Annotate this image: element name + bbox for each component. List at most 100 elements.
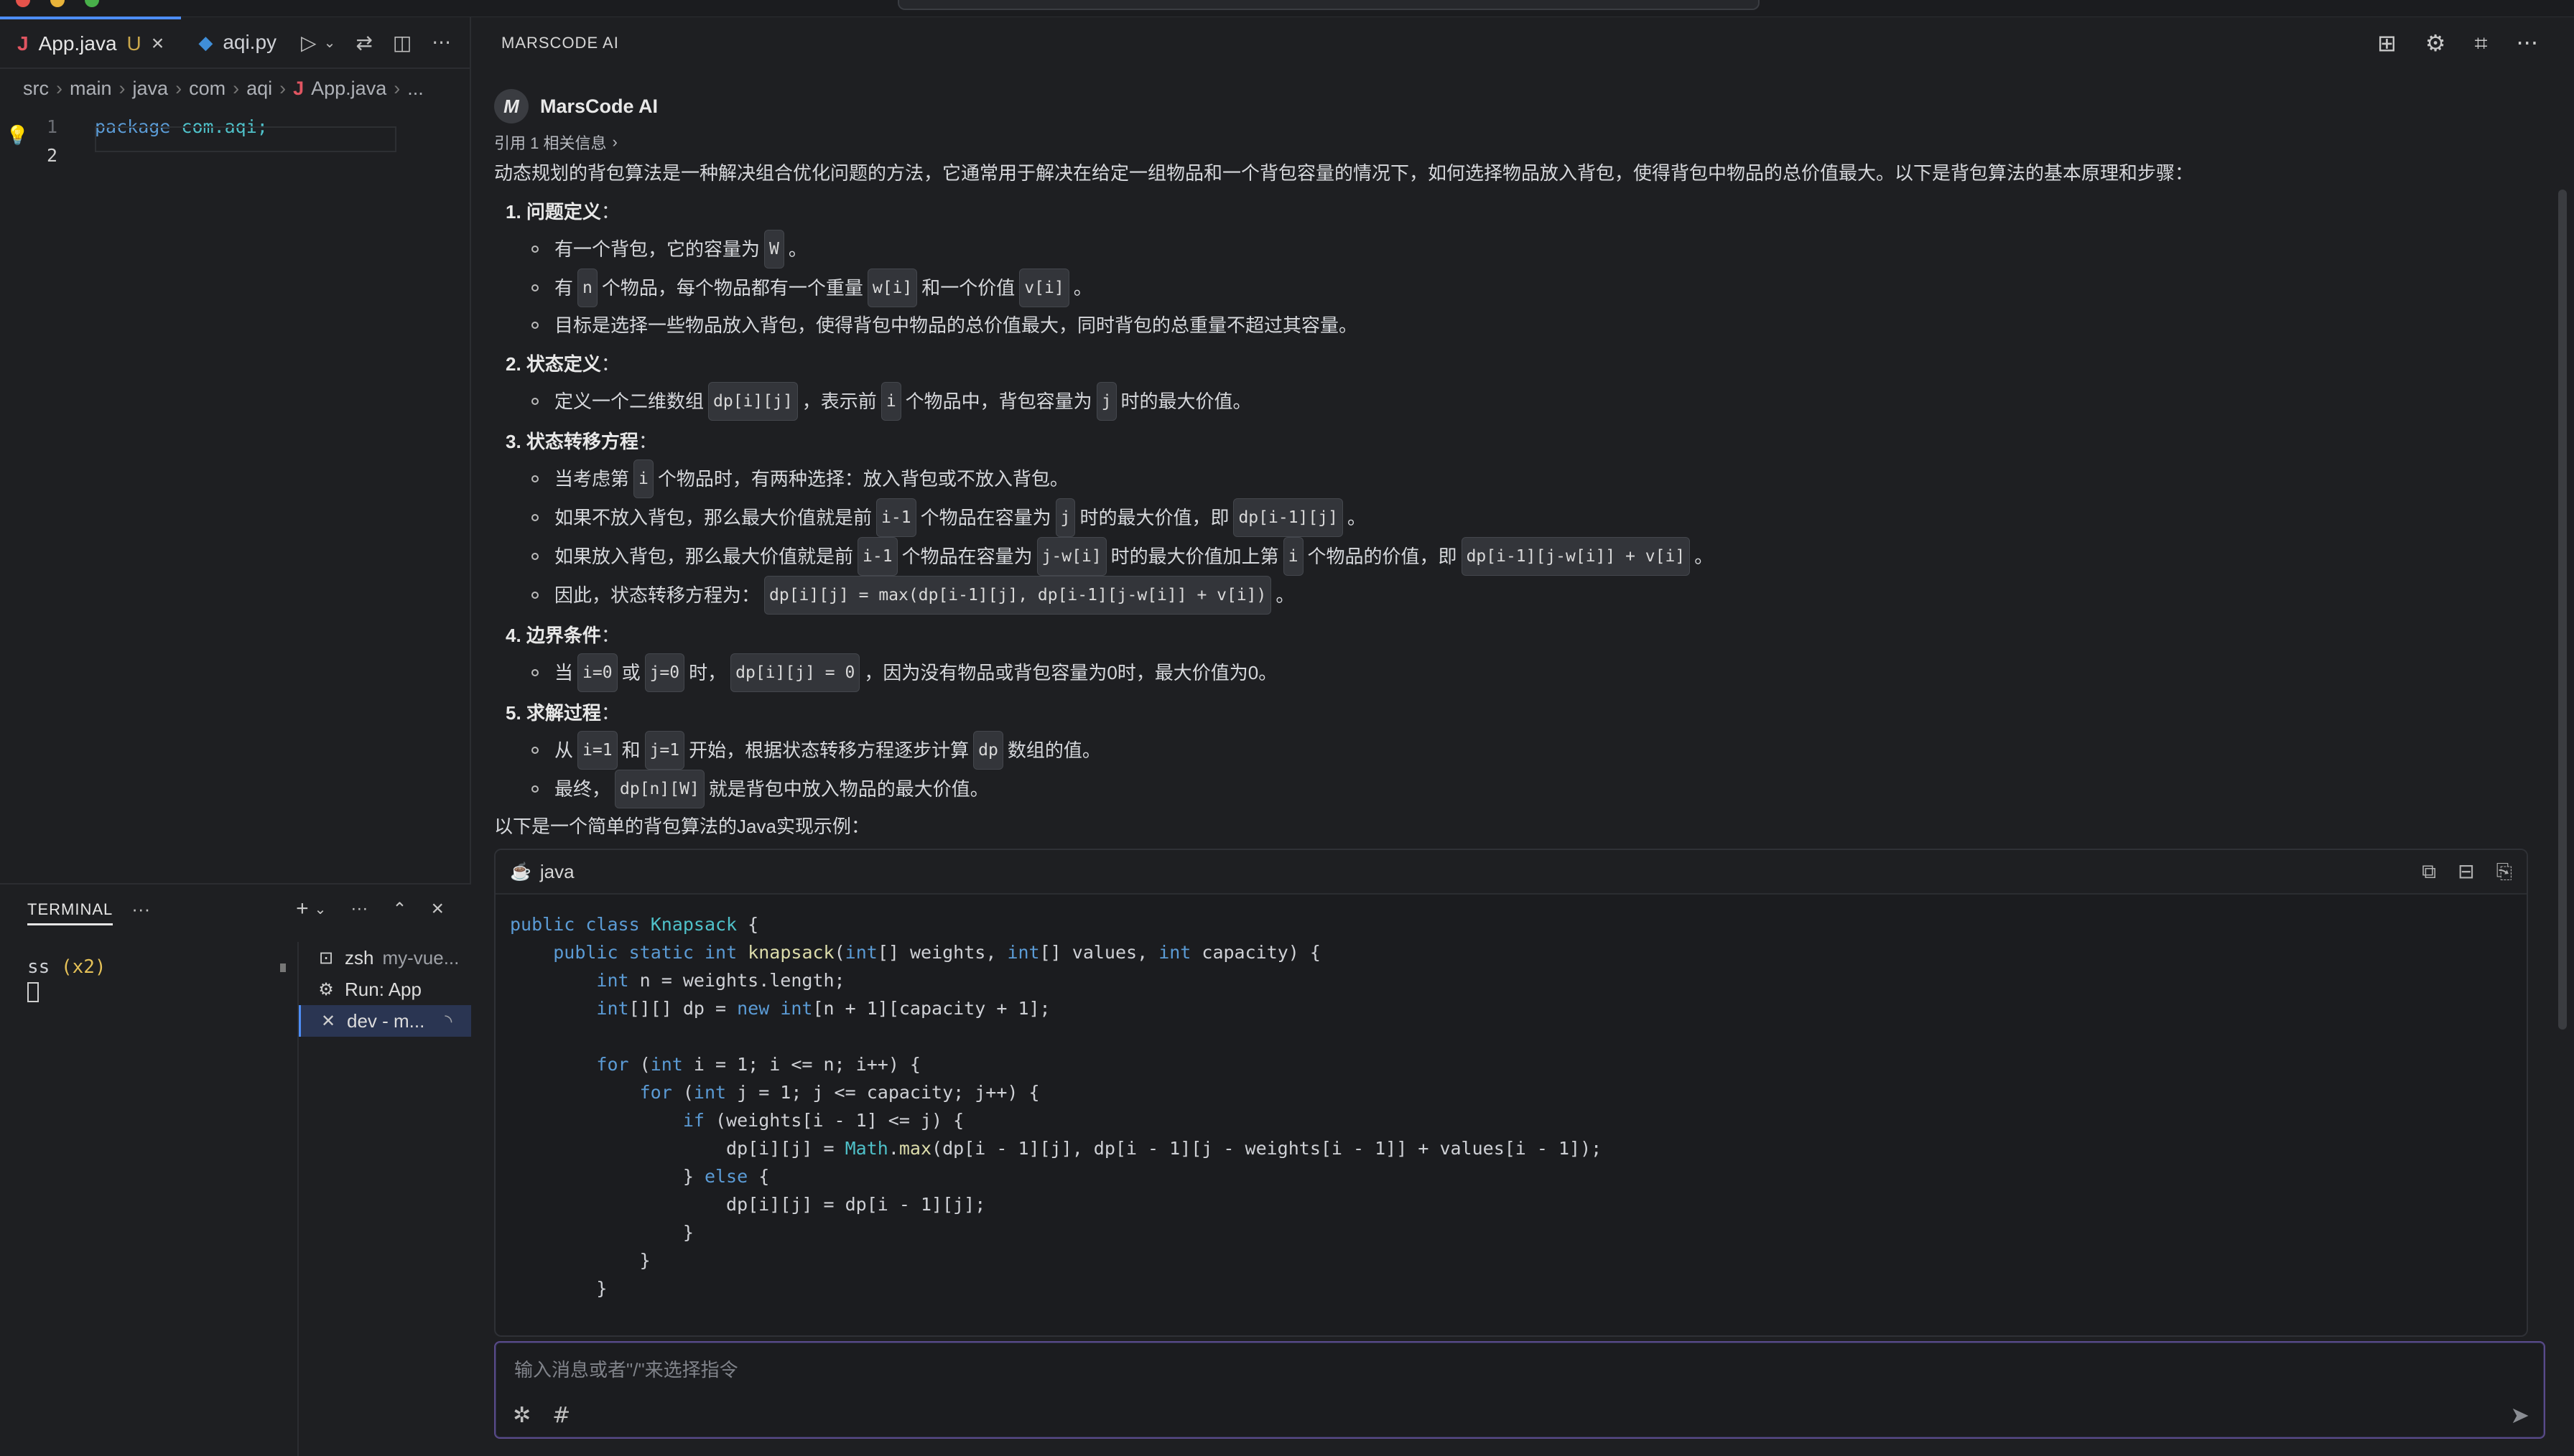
editor-actions: ▷ ⌄ ⇄ ◫ ··· <box>301 31 451 55</box>
list-item: 如果放入背包，那么最大价值就是前 i-1 个物品在容量为 j-w[i] 时的最大价值加上… <box>531 537 2548 576</box>
terminal-body[interactable]: ss (x2) ⊡ zsh my-vue... ⚙ Run: App ✕ dev… <box>0 942 471 1456</box>
terminal-output: ss (x2) <box>27 956 106 978</box>
list-item: 最终， dp[n][W] 就是背包中放入物品的最大价值。 <box>531 770 2548 808</box>
section-title: 4. 边界条件： <box>506 625 620 646</box>
list-item: 当考虑第 i 个物品时，有两种选择：放入背包或不放入背包。 <box>531 459 2548 498</box>
chevron-right-icon: › <box>175 77 182 99</box>
terminal-session-list: ⊡ zsh my-vue... ⚙ Run: App ✕ dev - m... … <box>297 942 471 1456</box>
terminal-session-dev[interactable]: ✕ dev - m... ◝ <box>299 1005 471 1037</box>
list-item: 定义一个二维数组 dp[i][j] ，表示前 i 个物品中，背包容量为 j 时的最大价值。 <box>531 382 2548 421</box>
editor-tab-bar: J App.java U × ◆ aqi.py ▷ ⌄ ⇄ ◫ ··· <box>0 17 470 69</box>
list-item: 有 n 个物品，每个物品都有一个重量 w[i] 和一个价值 v[i]。 <box>531 269 2548 307</box>
tab-terminal[interactable]: TERMINAL <box>27 900 113 925</box>
command-center-search[interactable] <box>898 0 1760 10</box>
chevron-right-icon: › <box>119 77 126 99</box>
hash-icon[interactable]: # <box>552 1403 570 1428</box>
lightbulb-icon[interactable]: 💡 <box>6 125 29 146</box>
intro-paragraph: 动态规划的背包算法是一种解决组合优化问题的方法，它通常用于解决在给定一组物品和一… <box>494 162 2194 184</box>
current-line-highlight <box>95 126 396 152</box>
breadcrumb-item[interactable]: main <box>70 78 112 100</box>
section-title: 3. 状态转移方程： <box>506 431 657 452</box>
copy-icon[interactable]: ⧉ <box>2422 859 2436 884</box>
insert-code-icon[interactable]: ⊟ <box>2458 859 2474 884</box>
run-icon[interactable]: ▷ <box>301 31 317 55</box>
breadcrumb-item[interactable]: java <box>133 78 169 100</box>
code-content[interactable]: public class Knapsack { public static in… <box>496 895 2527 1318</box>
terminal-session-zsh[interactable]: ⊡ zsh my-vue... <box>299 942 471 974</box>
chevron-right-icon: › <box>394 77 401 99</box>
java-file-icon: J <box>17 32 29 55</box>
list-item: 有一个背包，它的容量为 W。 <box>531 230 2548 269</box>
loading-spinner-icon: ◝ <box>445 1009 452 1032</box>
maximize-panel-icon[interactable]: ⌃ <box>392 899 406 920</box>
app-window: J App.java U × ◆ aqi.py ▷ ⌄ ⇄ ◫ ··· src ›… <box>0 0 2574 1456</box>
marscode-logo-icon: M <box>494 89 529 123</box>
chevron-down-icon[interactable]: ⌄ <box>324 34 336 51</box>
section-title: 2. 状态定义： <box>506 353 620 375</box>
list-item: 从 i=1 和 j=1 开始，根据状态转移方程逐步计算 dp 数组的值。 <box>531 731 2548 770</box>
more-actions-icon[interactable]: ··· <box>432 31 451 55</box>
list-item: 如果不放入背包，那么最大价值就是前 i-1 个物品在容量为 j 时的最大价值，即 dp[i… <box>531 498 2548 537</box>
more-actions-icon[interactable]: ··· <box>350 899 368 919</box>
breadcrumb-item[interactable]: aqi <box>246 78 272 100</box>
close-window-button[interactable] <box>16 0 30 7</box>
breadcrumb: src › main › java › com › aqi › J App.java › .… <box>0 69 470 108</box>
chevron-down-icon[interactable]: ⌄ <box>315 900 327 918</box>
chat-input[interactable] <box>514 1355 2453 1384</box>
magic-icon[interactable]: ✲ <box>513 1403 531 1428</box>
gear-icon: ⚙ <box>318 979 334 999</box>
code-language-label: ☕ java <box>510 860 575 882</box>
new-chat-icon[interactable]: ⊞ <box>2377 29 2397 57</box>
terminal-actions: + ⌄ ··· ⌃ × <box>296 897 444 921</box>
input-tools: ✲ # <box>513 1403 570 1428</box>
ai-message: M MarsCode AI 引用 1 相关信息 › 动态规划的背包算法是一种解决组… <box>494 86 2548 844</box>
compare-changes-icon[interactable]: ⇄ <box>356 31 372 55</box>
outro-paragraph: 以下是一个简单的背包算法的Java实现示例： <box>494 816 870 837</box>
feedback-icon[interactable]: ⌗ <box>2474 29 2487 57</box>
chat-scrollbar[interactable] <box>2558 190 2567 1030</box>
code-block-actions: ⧉ ⊟ ⎘ <box>2422 859 2512 884</box>
send-button[interactable]: ➤ <box>2510 1401 2529 1429</box>
terminal-header: TERMINAL ··· + ⌄ ··· ⌃ × <box>0 885 471 933</box>
breadcrumb-item[interactable]: com <box>189 78 226 100</box>
split-editor-icon[interactable]: ◫ <box>393 31 412 55</box>
chat-header-actions: ⊞ ⚙ ⌗ ··· <box>2377 29 2538 57</box>
ai-chat-panel: MARSCODE AI ⊞ ⚙ ⌗ ··· M MarsCode AI 引用 1… <box>473 17 2574 1456</box>
add-terminal-icon[interactable]: + <box>296 897 309 921</box>
terminal-scrollbar[interactable] <box>280 963 286 972</box>
chevron-right-icon: › <box>279 77 287 99</box>
close-tab-icon[interactable]: × <box>152 32 164 56</box>
more-actions-icon[interactable]: ··· <box>2516 29 2538 57</box>
more-actions-icon[interactable]: ··· <box>131 898 150 920</box>
tab-app-java[interactable]: J App.java U × <box>0 17 182 68</box>
list-item: 因此，状态转移方程为： dp[i][j] = max(dp[i-1][j], dp… <box>531 576 2548 615</box>
python-file-icon: ◆ <box>198 31 213 53</box>
terminal-icon: ⊡ <box>318 948 334 968</box>
minimize-window-button[interactable] <box>50 0 65 7</box>
maximize-window-button[interactable] <box>85 0 99 7</box>
tab-label: App.java <box>38 32 117 55</box>
chat-input-box: ✲ # ➤ <box>494 1341 2545 1439</box>
code-block: ☕ java ⧉ ⊟ ⎘ public class Knapsack { publ… <box>494 849 2528 1337</box>
section-title: 1. 问题定义： <box>506 201 620 223</box>
reference-link[interactable]: 引用 1 相关信息 › <box>494 129 2548 155</box>
breadcrumb-item[interactable]: ... <box>407 78 424 100</box>
breadcrumb-item[interactable]: src <box>23 78 49 100</box>
terminal-session-run-app[interactable]: ⚙ Run: App <box>299 974 471 1005</box>
title-bar <box>0 0 2574 17</box>
gear-icon[interactable]: ⚙ <box>2425 29 2446 57</box>
message-author: M MarsCode AI <box>494 86 2548 126</box>
java-icon: ☕ <box>510 862 531 882</box>
breadcrumb-item[interactable]: App.java <box>311 78 386 100</box>
java-file-icon: J <box>293 77 305 99</box>
chat-header: MARSCODE AI ⊞ ⚙ ⌗ ··· <box>473 17 2574 69</box>
close-panel-icon[interactable]: × <box>431 897 444 921</box>
chevron-right-icon: › <box>612 133 618 151</box>
code-block-header: ☕ java ⧉ ⊟ ⎘ <box>496 850 2527 895</box>
chevron-right-icon: › <box>56 77 62 99</box>
new-file-icon[interactable]: ⎘ <box>2496 859 2512 884</box>
tools-icon: ✕ <box>320 1011 336 1031</box>
tab-aqi-py[interactable]: ◆ aqi.py <box>181 17 294 68</box>
list-item: 当 i=0 或 j=0 时， dp[i][j] = 0 ，因为没有物品或背包容量为0时，最大… <box>531 653 2548 692</box>
terminal-cursor <box>27 982 39 1002</box>
